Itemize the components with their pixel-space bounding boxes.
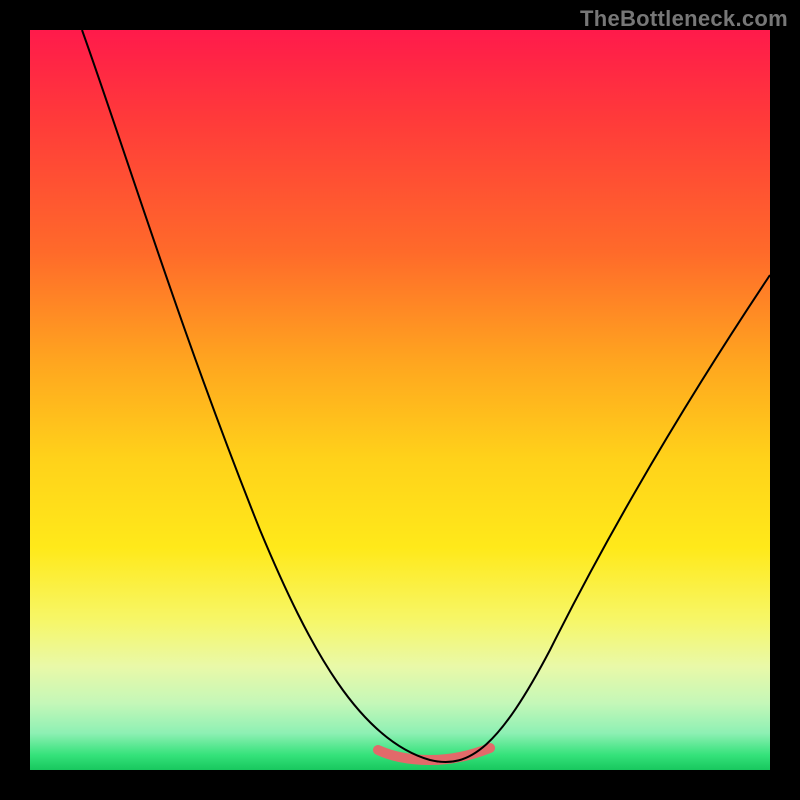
plot-area	[30, 30, 770, 770]
bottleneck-curve	[82, 30, 770, 762]
chart-frame: TheBottleneck.com	[0, 0, 800, 800]
curve-svg	[30, 30, 770, 770]
watermark-text: TheBottleneck.com	[580, 6, 788, 32]
